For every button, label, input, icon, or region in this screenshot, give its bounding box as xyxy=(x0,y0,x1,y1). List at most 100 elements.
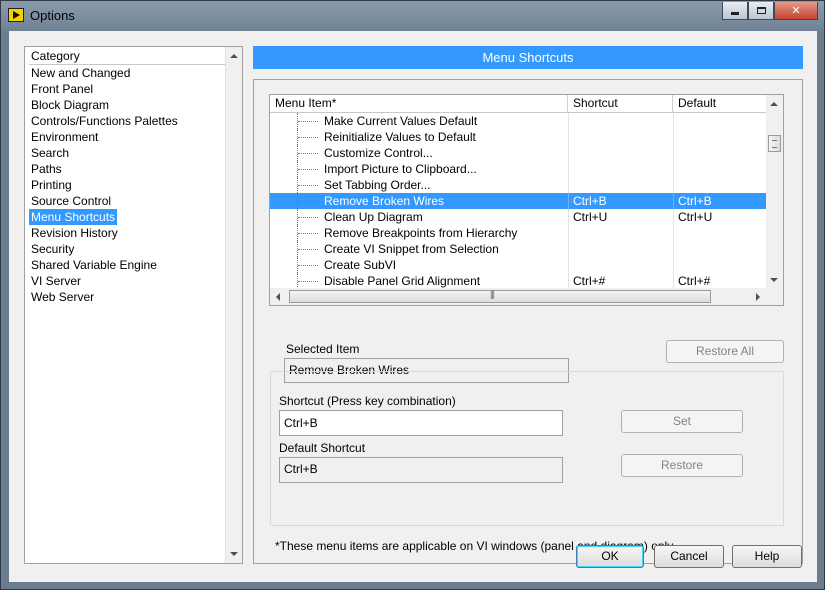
column-divider xyxy=(673,241,674,257)
category-items: New and Changed Front Panel Block Diagram C… xyxy=(29,65,225,305)
cell-menu-item: Reinitialize Values to Default xyxy=(324,130,476,144)
table-rows: Make Current Values Default Reinitialize … xyxy=(270,113,766,289)
table-vertical-scrollbar[interactable] xyxy=(766,95,783,289)
column-divider xyxy=(568,273,569,289)
table-row[interactable]: Create SubVI xyxy=(270,257,766,273)
category-item[interactable]: Menu Shortcuts xyxy=(29,209,225,225)
category-item-label: Printing xyxy=(31,178,72,192)
category-item[interactable]: Shared Variable Engine xyxy=(29,257,225,273)
column-header-shortcut[interactable]: Shortcut xyxy=(568,95,673,113)
cell-menu-item: Clean Up Diagram xyxy=(324,210,423,224)
column-divider xyxy=(673,273,674,289)
category-item[interactable]: Security xyxy=(29,241,225,257)
cell-menu-item: Import Picture to Clipboard... xyxy=(324,162,477,176)
scroll-thumb[interactable] xyxy=(289,289,711,303)
table-row[interactable]: Reinitialize Values to Default xyxy=(270,129,766,145)
category-scrollbar[interactable] xyxy=(225,47,242,563)
table-row[interactable]: Remove Breakpoints from Hierarchy xyxy=(270,225,766,241)
scroll-down-icon[interactable] xyxy=(230,552,238,556)
menu-shortcuts-panel: Menu Item* Shortcut Default Make Current… xyxy=(253,79,803,564)
table-horizontal-scrollbar[interactable] xyxy=(270,288,766,305)
column-divider xyxy=(568,193,569,209)
category-item[interactable]: Paths xyxy=(29,161,225,177)
table-row[interactable]: Remove Broken Wires Ctrl+B Ctrl+B xyxy=(270,193,766,209)
minimize-button[interactable] xyxy=(722,2,748,20)
column-divider xyxy=(568,225,569,241)
category-list[interactable]: Category New and Changed Front Panel Block… xyxy=(24,46,243,564)
scroll-down-icon[interactable] xyxy=(770,278,778,282)
category-item[interactable]: Web Server xyxy=(29,289,225,305)
tree-connector xyxy=(298,185,318,186)
category-item[interactable]: Source Control xyxy=(29,193,225,209)
column-divider xyxy=(673,145,674,161)
column-header-menu-item[interactable]: Menu Item* xyxy=(270,95,568,113)
labview-app-icon xyxy=(8,8,24,22)
maximize-button[interactable] xyxy=(748,2,774,20)
scroll-up-icon[interactable] xyxy=(230,54,238,58)
table-row[interactable]: Create VI Snippet from Selection xyxy=(270,241,766,257)
restore-button[interactable]: Restore xyxy=(621,454,743,477)
cell-menu-item: Remove Breakpoints from Hierarchy xyxy=(324,226,518,240)
cell-shortcut: Ctrl+B xyxy=(573,194,607,208)
minimize-icon xyxy=(731,12,739,15)
category-item[interactable]: Controls/Functions Palettes xyxy=(29,113,225,129)
close-button[interactable]: ✕ xyxy=(774,2,818,20)
set-button[interactable]: Set xyxy=(621,410,743,433)
maximize-icon xyxy=(756,7,766,14)
help-button[interactable]: Help xyxy=(732,545,802,568)
cell-menu-item: Create SubVI xyxy=(324,258,397,272)
category-item[interactable]: Search xyxy=(29,145,225,161)
category-item-label: Paths xyxy=(31,162,62,176)
restore-all-button[interactable]: Restore All xyxy=(666,340,784,363)
table-row[interactable]: Disable Panel Grid Alignment Ctrl+# Ctrl+# xyxy=(270,273,766,289)
column-divider xyxy=(568,241,569,257)
tree-connector xyxy=(298,169,318,170)
shortcuts-table[interactable]: Menu Item* Shortcut Default Make Current… xyxy=(269,94,784,306)
table-row[interactable]: Customize Control... xyxy=(270,145,766,161)
category-item[interactable]: New and Changed xyxy=(29,65,225,81)
category-item-label: Revision History xyxy=(31,226,118,240)
column-divider xyxy=(568,113,569,129)
scroll-thumb[interactable] xyxy=(768,135,781,152)
shortcut-input[interactable] xyxy=(279,410,563,436)
category-item[interactable]: Block Diagram xyxy=(29,97,225,113)
cell-menu-item: Set Tabbing Order... xyxy=(324,178,431,192)
column-header-default[interactable]: Default xyxy=(673,95,766,113)
table-row[interactable]: Clean Up Diagram Ctrl+U Ctrl+U xyxy=(270,209,766,225)
cell-menu-item: Customize Control... xyxy=(324,146,433,160)
category-item[interactable]: Environment xyxy=(29,129,225,145)
category-item[interactable]: VI Server xyxy=(29,273,225,289)
cell-menu-item: Make Current Values Default xyxy=(324,114,478,128)
category-item-label: New and Changed xyxy=(31,66,131,80)
tree-connector xyxy=(298,153,318,154)
column-divider xyxy=(568,145,569,161)
table-row[interactable]: Make Current Values Default xyxy=(270,113,766,129)
cancel-button[interactable]: Cancel xyxy=(654,545,724,568)
ok-button[interactable]: OK xyxy=(576,545,644,568)
column-divider xyxy=(568,209,569,225)
column-divider xyxy=(568,177,569,193)
tree-connector xyxy=(298,217,318,218)
column-divider xyxy=(673,161,674,177)
cell-menu-item: Remove Broken Wires xyxy=(324,194,445,208)
category-header: Category xyxy=(29,48,225,65)
category-item-label: Menu Shortcuts xyxy=(29,209,118,225)
title-bar[interactable]: Options ✕ xyxy=(1,1,824,31)
column-divider xyxy=(673,129,674,145)
cell-default: Ctrl+U xyxy=(678,210,713,224)
cell-menu-item: Create VI Snippet from Selection xyxy=(324,242,499,256)
cell-default: Ctrl+B xyxy=(678,194,712,208)
scrollbar-corner xyxy=(766,288,783,305)
tree-connector xyxy=(298,233,318,234)
table-row[interactable]: Import Picture to Clipboard... xyxy=(270,161,766,177)
column-divider xyxy=(673,225,674,241)
category-item[interactable]: Revision History xyxy=(29,225,225,241)
column-divider xyxy=(568,161,569,177)
scroll-left-icon[interactable] xyxy=(276,293,280,301)
table-row[interactable]: Set Tabbing Order... xyxy=(270,177,766,193)
scroll-right-icon[interactable] xyxy=(756,293,760,301)
category-item-label: Security xyxy=(31,242,75,256)
category-item[interactable]: Printing xyxy=(29,177,225,193)
scroll-up-icon[interactable] xyxy=(770,102,778,106)
category-item[interactable]: Front Panel xyxy=(29,81,225,97)
